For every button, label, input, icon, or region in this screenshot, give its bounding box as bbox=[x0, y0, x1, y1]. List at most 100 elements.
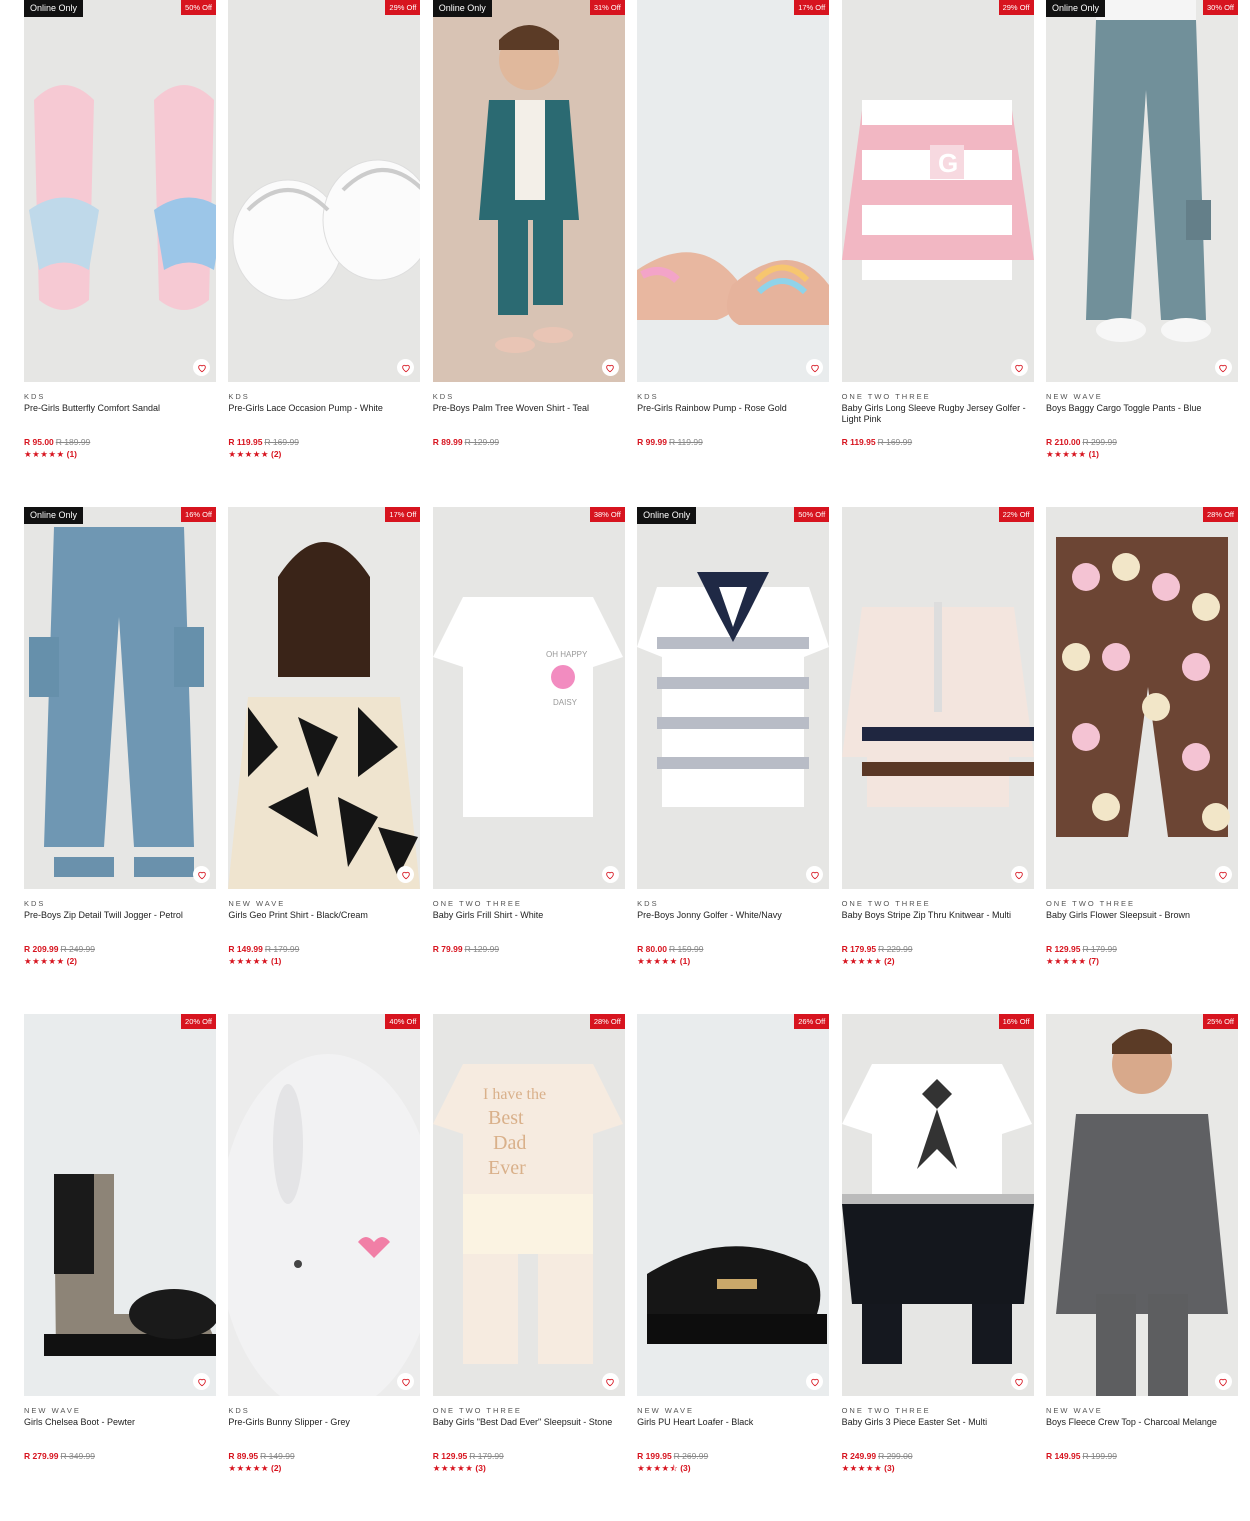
product-card[interactable]: 26% Off NEW WAVE Girls PU Heart Loafer -… bbox=[637, 1014, 830, 1521]
product-card[interactable]: Online Only 30% Off NEW WAVE Boys Baggy … bbox=[1045, 0, 1238, 507]
product-price: R 249.99 R 299.00 bbox=[842, 1451, 1034, 1461]
wishlist-heart-icon[interactable] bbox=[1010, 1373, 1028, 1390]
product-image[interactable]: 26% Off bbox=[637, 1014, 830, 1396]
wishlist-heart-icon[interactable] bbox=[1010, 359, 1028, 376]
wishlist-heart-icon[interactable] bbox=[1214, 1373, 1232, 1390]
product-rating bbox=[637, 449, 829, 460]
frill-shirt-photo: OH HAPPY DAISY bbox=[432, 597, 623, 817]
rating-stars: ★★★★★ bbox=[228, 449, 269, 459]
discount-badge: 25% Off bbox=[1202, 1014, 1238, 1029]
product-price: R 89.99 R 129.99 bbox=[433, 437, 625, 447]
product-card[interactable]: Online Only 16% Off KDS Pre-Boys Zip Det… bbox=[24, 507, 216, 1014]
product-card[interactable]: 25% Off NEW WAVE Boys Fleece Crew Top - … bbox=[1045, 1014, 1238, 1521]
review-count: (7) bbox=[1088, 956, 1099, 966]
original-price: R 179.99 bbox=[469, 1451, 504, 1461]
product-card[interactable]: 16% Off ONE TWO THREE Baby Girls 3 Piece… bbox=[841, 1014, 1034, 1521]
product-image[interactable]: OH HAPPY DAISY 38% Off bbox=[432, 507, 625, 889]
product-card[interactable]: 20% Off NEW WAVE Girls Chelsea Boot - Pe… bbox=[24, 1014, 216, 1521]
svg-text:G: G bbox=[938, 148, 958, 178]
product-brand: KDS bbox=[432, 392, 455, 401]
geo-shirt-photo bbox=[228, 542, 421, 889]
bunny-photo bbox=[228, 1054, 421, 1396]
product-image[interactable]: 29% Off bbox=[228, 0, 421, 382]
product-price: R 89.95 R 149.99 bbox=[228, 1451, 420, 1461]
product-brand: ONE TWO THREE bbox=[841, 899, 931, 908]
product-price: R 79.99 R 129.99 bbox=[433, 944, 625, 954]
product-title[interactable]: Pre-Girls Bunny Slipper - Grey bbox=[228, 1417, 420, 1451]
product-title[interactable]: Boys Fleece Crew Top - Charcoal Melange bbox=[1046, 1417, 1238, 1451]
rating-stars: ★★★★★ bbox=[841, 1463, 883, 1473]
product-card[interactable]: Online Only 50% Off KDS Pre-Boys Jonny G… bbox=[637, 507, 830, 1014]
product-image[interactable]: I have the Best Dad Ever 28% Off bbox=[432, 1014, 625, 1396]
product-image[interactable]: Online Only 31% Off bbox=[432, 0, 625, 382]
product-title[interactable]: Pre-Girls Butterfly Comfort Sandal bbox=[24, 403, 216, 437]
product-title[interactable]: Girls PU Heart Loafer - Black bbox=[637, 1417, 829, 1451]
product-title[interactable]: Baby Girls Frill Shirt - White bbox=[433, 910, 625, 944]
product-card[interactable]: 40% Off KDS Pre-Girls Bunny Slipper - Gr… bbox=[228, 1014, 421, 1521]
product-image[interactable]: 16% Off bbox=[841, 1014, 1034, 1396]
svg-text:I have the: I have the bbox=[483, 1086, 546, 1103]
product-price: R 179.95 R 229.99 bbox=[842, 944, 1034, 954]
product-title[interactable]: Baby Girls Long Sleeve Rugby Jersey Golf… bbox=[842, 403, 1034, 437]
product-image[interactable]: 17% Off bbox=[637, 0, 830, 382]
product-image[interactable]: Online Only 50% Off bbox=[24, 0, 216, 382]
current-price: R 279.99 bbox=[24, 1451, 59, 1461]
online-only-badge: Online Only bbox=[637, 507, 697, 524]
product-card[interactable]: 22% Off ONE TWO THREE Baby Boys Stripe Z… bbox=[841, 507, 1034, 1014]
product-rating: ★★★★★ (7) bbox=[1046, 956, 1238, 967]
product-card[interactable]: 29% Off KDS Pre-Girls Lace Occasion Pump… bbox=[228, 0, 421, 507]
product-image[interactable]: 17% Off bbox=[228, 507, 421, 889]
rating-stars: ★★★★★ bbox=[1045, 449, 1087, 459]
product-brand: KDS bbox=[637, 392, 659, 401]
product-image[interactable]: 40% Off bbox=[228, 1014, 421, 1396]
product-card[interactable]: 17% Off KDS Pre-Girls Rainbow Pump - Ros… bbox=[637, 0, 830, 507]
wishlist-heart-icon[interactable] bbox=[1214, 359, 1232, 376]
product-card[interactable]: 17% Off NEW WAVE Girls Geo Print Shirt -… bbox=[228, 507, 421, 1014]
product-brand: ONE TWO THREE bbox=[1045, 899, 1136, 908]
wishlist-heart-icon[interactable] bbox=[1010, 866, 1028, 883]
product-title[interactable]: Pre-Boys Zip Detail Twill Jogger - Petro… bbox=[24, 910, 216, 944]
wishlist-heart-icon[interactable] bbox=[193, 866, 210, 883]
svg-text:OH HAPPY: OH HAPPY bbox=[546, 650, 588, 659]
rating-stars: ★★★★★ bbox=[841, 956, 883, 966]
product-image[interactable]: 22% Off bbox=[841, 507, 1034, 889]
product-title[interactable]: Baby Girls Flower Sleepsuit - Brown bbox=[1046, 910, 1238, 944]
review-count: (2) bbox=[884, 956, 895, 966]
wishlist-heart-icon[interactable] bbox=[601, 359, 619, 376]
rating-stars: ★★★★⯪ bbox=[637, 1463, 679, 1473]
product-image[interactable]: Online Only 16% Off bbox=[24, 507, 216, 889]
wishlist-heart-icon[interactable] bbox=[601, 1373, 619, 1390]
product-image[interactable]: G 29% Off bbox=[841, 0, 1034, 382]
product-image[interactable]: Online Only 50% Off bbox=[637, 507, 830, 889]
wishlist-heart-icon[interactable] bbox=[193, 1373, 210, 1390]
product-card[interactable]: OH HAPPY DAISY 38% Off ONE TWO THREE Baby… bbox=[432, 507, 625, 1014]
product-brand: KDS bbox=[228, 1406, 250, 1415]
product-card[interactable]: 28% Off ONE TWO THREE Baby Girls Flower … bbox=[1045, 507, 1238, 1014]
sandal-photo bbox=[29, 85, 216, 310]
review-count: (3) bbox=[475, 1463, 486, 1473]
product-title[interactable]: Baby Girls 3 Piece Easter Set - Multi bbox=[842, 1417, 1034, 1451]
product-card[interactable]: Online Only 31% Off KDS Pre-Boys Palm Tr… bbox=[432, 0, 625, 507]
wishlist-heart-icon[interactable] bbox=[1214, 866, 1232, 883]
review-count: (2) bbox=[271, 449, 282, 459]
product-card[interactable]: Online Only 50% Off KDS Pre-Girls Butter… bbox=[24, 0, 216, 507]
product-rating: ★★★★⯪ (3) bbox=[637, 1463, 829, 1474]
product-image[interactable]: Online Only 30% Off bbox=[1045, 0, 1238, 382]
product-card[interactable]: I have the Best Dad Ever 28% Off ONE TWO TH… bbox=[432, 1014, 625, 1521]
product-title[interactable]: Pre-Girls Lace Occasion Pump - White bbox=[228, 403, 420, 437]
product-title[interactable]: Girls Geo Print Shirt - Black/Cream bbox=[228, 910, 420, 944]
product-image[interactable]: 28% Off bbox=[1045, 507, 1238, 889]
product-title[interactable]: Baby Girls "Best Dad Ever" Sleepsuit - S… bbox=[433, 1417, 625, 1451]
review-count: (1) bbox=[271, 956, 282, 966]
product-card[interactable]: G 29% Off ONE TWO THREE Baby Girls Long … bbox=[841, 0, 1034, 507]
product-image[interactable]: 25% Off bbox=[1045, 1014, 1238, 1396]
product-title[interactable]: Girls Chelsea Boot - Pewter bbox=[24, 1417, 216, 1451]
product-title[interactable]: Baby Boys Stripe Zip Thru Knitwear - Mul… bbox=[842, 910, 1034, 944]
product-title[interactable]: Pre-Boys Palm Tree Woven Shirt - Teal bbox=[433, 403, 625, 437]
wishlist-heart-icon[interactable] bbox=[601, 866, 619, 883]
product-title[interactable]: Pre-Boys Jonny Golfer - White/Navy bbox=[637, 910, 829, 944]
product-title[interactable]: Boys Baggy Cargo Toggle Pants - Blue bbox=[1046, 403, 1238, 437]
product-title[interactable]: Pre-Girls Rainbow Pump - Rose Gold bbox=[637, 403, 829, 437]
product-image[interactable]: 20% Off bbox=[24, 1014, 216, 1396]
wishlist-heart-icon[interactable] bbox=[193, 359, 210, 376]
